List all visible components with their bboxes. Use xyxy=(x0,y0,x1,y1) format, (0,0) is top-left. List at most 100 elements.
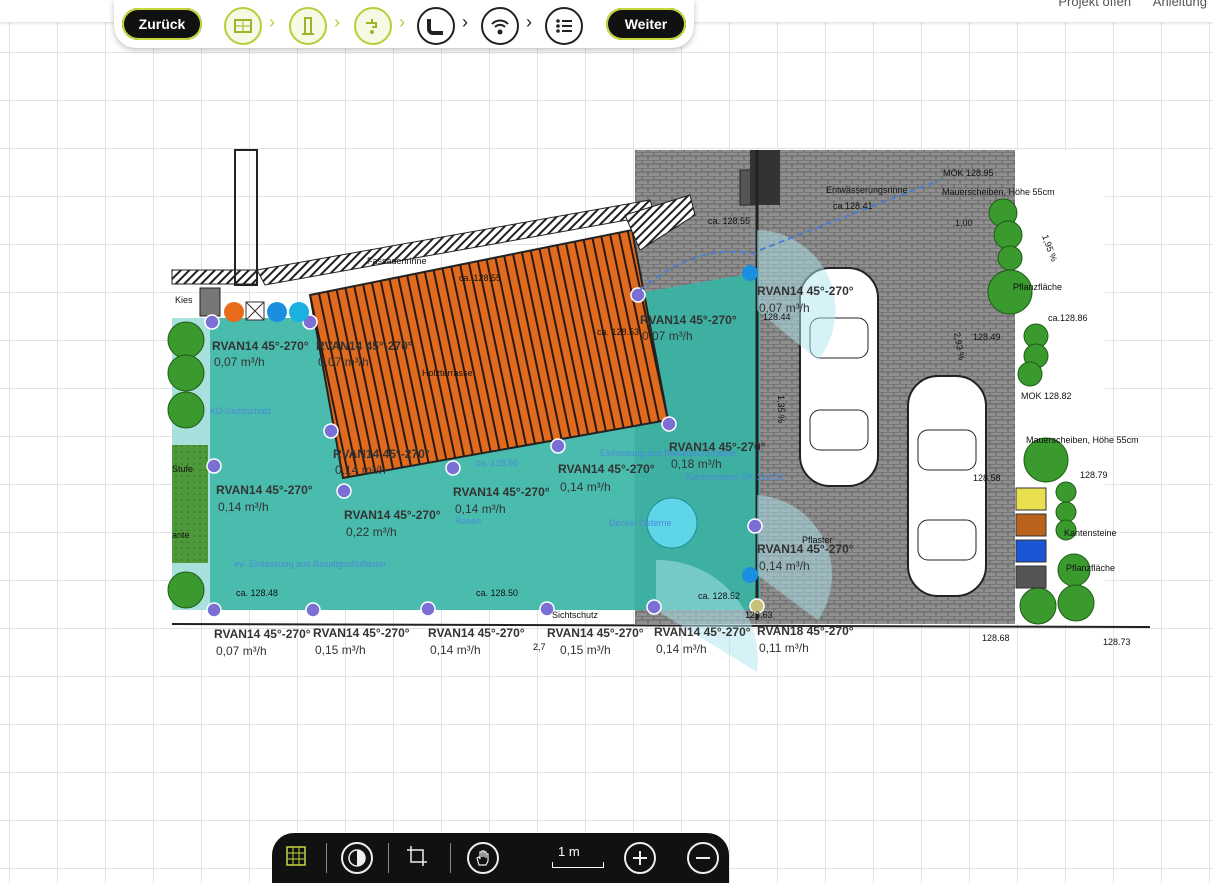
label-gravel: Kies xyxy=(175,295,193,305)
scale-label: 1 m xyxy=(558,844,580,859)
label-privacy: KD-Sichtschutz xyxy=(210,406,272,416)
tap-icon[interactable] xyxy=(267,302,287,322)
sprinkler-model: RVAN14 45°-270° xyxy=(558,462,655,476)
sprinkler-flow: 0,14 m³/h xyxy=(430,643,481,657)
sprinkler-model: RVAN14 45°-270° xyxy=(313,626,410,640)
sprinkler-flow: 0,07 m³/h xyxy=(318,355,369,369)
sprinkler-model: RVAN14 45°-270° xyxy=(547,626,644,640)
sprinkler-model: RVAN14 45°-270° xyxy=(669,440,766,454)
height-7: ca. 128.50 xyxy=(476,588,518,598)
sprinkler-model: RVAN14 45°-270° xyxy=(757,284,854,298)
height-14: 128.68 xyxy=(982,633,1010,643)
height-8: ca. 128.52 xyxy=(698,591,740,601)
sprinkler-flow: 0,14 m³/h xyxy=(218,500,269,514)
filter-icon[interactable] xyxy=(289,302,309,322)
sprinkler-flow: 0,07 m³/h xyxy=(642,329,693,343)
sprinkler-model: RVAN14 45°-270° xyxy=(216,483,313,497)
height-16: 128.63 xyxy=(745,610,773,620)
next-button[interactable]: Weiter xyxy=(606,8,686,40)
label-step: Stufe xyxy=(172,464,193,474)
zoom-out-icon[interactable] xyxy=(687,842,719,874)
bottom-toolbar xyxy=(272,833,729,883)
sprinkler-flow: 0,14 m³/h xyxy=(656,642,707,656)
label-gutter: Fassadenrinne xyxy=(367,256,427,266)
chevron-right-icon: › xyxy=(334,12,340,32)
chevron-right-icon: › xyxy=(399,12,405,32)
height-13: 128.79 xyxy=(1080,470,1108,480)
back-button[interactable]: Zurück xyxy=(122,8,202,40)
tap-icon[interactable] xyxy=(354,7,392,45)
label-cistern: Deckel Zisterne xyxy=(609,518,672,528)
hedge-left xyxy=(172,445,208,563)
list-icon[interactable] xyxy=(545,7,583,45)
height-12: ca.128.86 xyxy=(1048,313,1088,323)
sprinkler-flow: 0,11 m³/h xyxy=(759,641,809,655)
label-mok-top: MOK 128.95 xyxy=(943,168,994,178)
chevron-right-icon: › xyxy=(462,12,468,32)
sprinkler-flow: 0,15 m³/h xyxy=(560,643,611,657)
chevron-right-icon: › xyxy=(526,12,532,32)
height-15: 128.73 xyxy=(1103,637,1131,647)
label-privacy-bottom: Sichtschutz xyxy=(552,610,599,620)
label-lawn: Rasen xyxy=(455,516,481,526)
slope-3: 1,35 % xyxy=(776,395,786,423)
area-icon[interactable] xyxy=(224,7,262,45)
height-18: 2,7 xyxy=(533,642,546,652)
sprinkler-model: RVAN14 45°-270° xyxy=(214,627,311,641)
sprinkler-model: RVAN14 45°-270° xyxy=(344,508,441,522)
zoom-in-icon[interactable] xyxy=(624,842,656,874)
water-meter-icon[interactable] xyxy=(224,302,244,322)
tap-icon-2[interactable] xyxy=(742,265,758,281)
scale-bar xyxy=(552,862,604,868)
label-mok-mid: MOK 128.82 xyxy=(1021,391,1072,401)
height-10: 128.49 xyxy=(973,332,1001,342)
wifi-drop-icon[interactable] xyxy=(481,7,519,45)
label-kanten-right: Kantensteine xyxy=(1064,528,1117,538)
label-drain: Entwässerungsrinne xyxy=(826,185,908,195)
sprinkler-flow: 0,14 m³/h xyxy=(335,463,386,477)
sprinkler-flow: 0,15 m³/h xyxy=(315,643,366,657)
pipe-icon[interactable] xyxy=(417,7,455,45)
sprinkler-model: RVAN18 45°-270° xyxy=(757,624,854,638)
sprinkler-model: RVAN14 45°-270° xyxy=(640,313,737,327)
height-3: ca. 128.53 xyxy=(597,327,639,337)
label-plant-top: Pflanzfläche xyxy=(1013,282,1062,292)
sprinkler-flow: 0,18 m³/h xyxy=(671,457,722,471)
water-source-icon[interactable] xyxy=(289,7,327,45)
grid-icon[interactable] xyxy=(282,842,310,870)
height-2: ca. 128.55 xyxy=(708,216,750,226)
height-6: ca. 128.48 xyxy=(236,588,278,598)
height-11: 128.58 xyxy=(973,473,1001,483)
label-wall-mid: Mauerscheiben, Höhe 55cm xyxy=(1026,435,1139,445)
wizard-bar: Zurück › › › › › Weiter xyxy=(114,0,694,48)
crop-icon[interactable] xyxy=(403,842,431,870)
label-wall-top: Mauerscheiben, Höhe 55cm xyxy=(942,187,1055,197)
sprinkler-flow: 0,14 m³/h xyxy=(560,480,611,494)
label-border-bottom: ev- Einfassung aus Basaltgroßpflaster xyxy=(234,559,386,569)
label-terrace: Holzterrasse xyxy=(422,368,473,378)
chevron-right-icon: › xyxy=(269,12,275,32)
sprinkler-model: RVAN14 45°-270° xyxy=(453,485,550,499)
height-4: ca.128.41 xyxy=(833,201,873,211)
sprinkler-flow: 0,14 m³/h xyxy=(455,502,506,516)
sprinkler-model: RVAN14 45°-270° xyxy=(757,542,854,556)
label-edge: ante xyxy=(172,530,190,540)
label-kantensteine-ok: Kantensteine OK 128.52 xyxy=(686,472,784,482)
height-5: ca. 128.50 xyxy=(476,458,518,468)
car-bottom xyxy=(907,375,987,597)
sprinkler-model: RVAN14 45°-270° xyxy=(212,339,309,353)
sprinkler-model: RVAN14 45°-270° xyxy=(654,625,751,639)
label-plant-bottom: Pflanzfläche xyxy=(1066,563,1115,573)
garden-plan[interactable]: Fassadenrinne Kies Holzterrasse Stufe an… xyxy=(0,0,1213,874)
tap-icon-3[interactable] xyxy=(742,567,758,583)
height-1: ca. 128.55 xyxy=(459,273,501,283)
sprinkler-flow: 0,14 m³/h xyxy=(759,559,810,573)
height-17: 1,00 xyxy=(955,218,973,228)
sprinkler-model: RVAN14 45°-270° xyxy=(333,447,430,461)
hand-icon[interactable] xyxy=(467,842,499,874)
contrast-icon[interactable] xyxy=(341,842,373,874)
sprinkler-model: RVAN14 45°-270° xyxy=(316,339,413,353)
sprinkler-model: RVAN14 45°-270° xyxy=(428,626,525,640)
sprinkler-flow: 0,22 m³/h xyxy=(346,525,397,539)
sprinkler-flow: 0,07 m³/h xyxy=(214,355,265,369)
